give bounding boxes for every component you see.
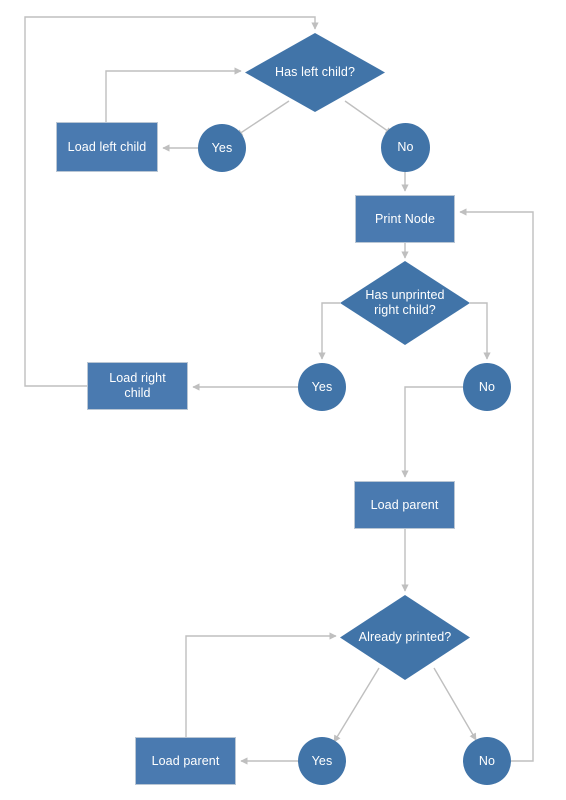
node-no-printed[interactable]: No — [463, 737, 511, 785]
node-load-left-child[interactable]: Load left child — [56, 122, 158, 172]
node-no-left[interactable]: No — [381, 123, 430, 172]
node-label: Load right child — [109, 371, 166, 401]
node-load-parent-top[interactable]: Load parent — [354, 481, 455, 529]
diamond-shape — [340, 595, 470, 680]
node-label: Yes — [311, 379, 333, 394]
node-label: Yes — [211, 140, 233, 155]
node-label: Print Node — [374, 211, 436, 226]
edge-no-to-print-node-loop — [459, 208, 534, 762]
node-label: No — [478, 379, 496, 394]
diamond-shape — [340, 261, 470, 345]
node-print-node[interactable]: Print Node — [355, 195, 455, 243]
node-no-right[interactable]: No — [463, 363, 511, 411]
node-yes-printed[interactable]: Yes — [298, 737, 346, 785]
node-has-unprinted-right-child[interactable]: Has unprinted right child? — [340, 261, 470, 345]
node-label-line2: child — [124, 386, 151, 400]
node-label: No — [397, 140, 414, 155]
node-load-parent-bottom[interactable]: Load parent — [135, 737, 236, 785]
node-yes-right[interactable]: Yes — [298, 363, 346, 411]
node-label-line1: Load right — [109, 371, 166, 386]
edge-no-to-load-parent — [401, 386, 463, 478]
node-label: Load left child — [67, 139, 147, 154]
node-label: Yes — [311, 753, 333, 768]
node-has-left-child[interactable]: Has left child? — [245, 33, 385, 112]
node-label: Load parent — [151, 753, 220, 768]
diamond-shape — [245, 33, 385, 112]
edge-has-unprinted-to-yes — [318, 302, 340, 360]
node-label: No — [478, 753, 496, 768]
node-yes-left[interactable]: Yes — [198, 124, 246, 172]
edge-has-unprinted-to-no — [470, 302, 491, 360]
node-already-printed[interactable]: Already printed? — [340, 595, 470, 680]
edge-load-parent-bottom-to-already-printed — [185, 632, 337, 737]
node-label: Load parent — [370, 497, 439, 512]
flowchart-canvas: Has left child? Load left child Yes No P… — [0, 0, 566, 800]
edge-load-left-child-to-has-left-child — [105, 67, 242, 122]
node-load-right-child[interactable]: Load right child — [87, 362, 188, 410]
